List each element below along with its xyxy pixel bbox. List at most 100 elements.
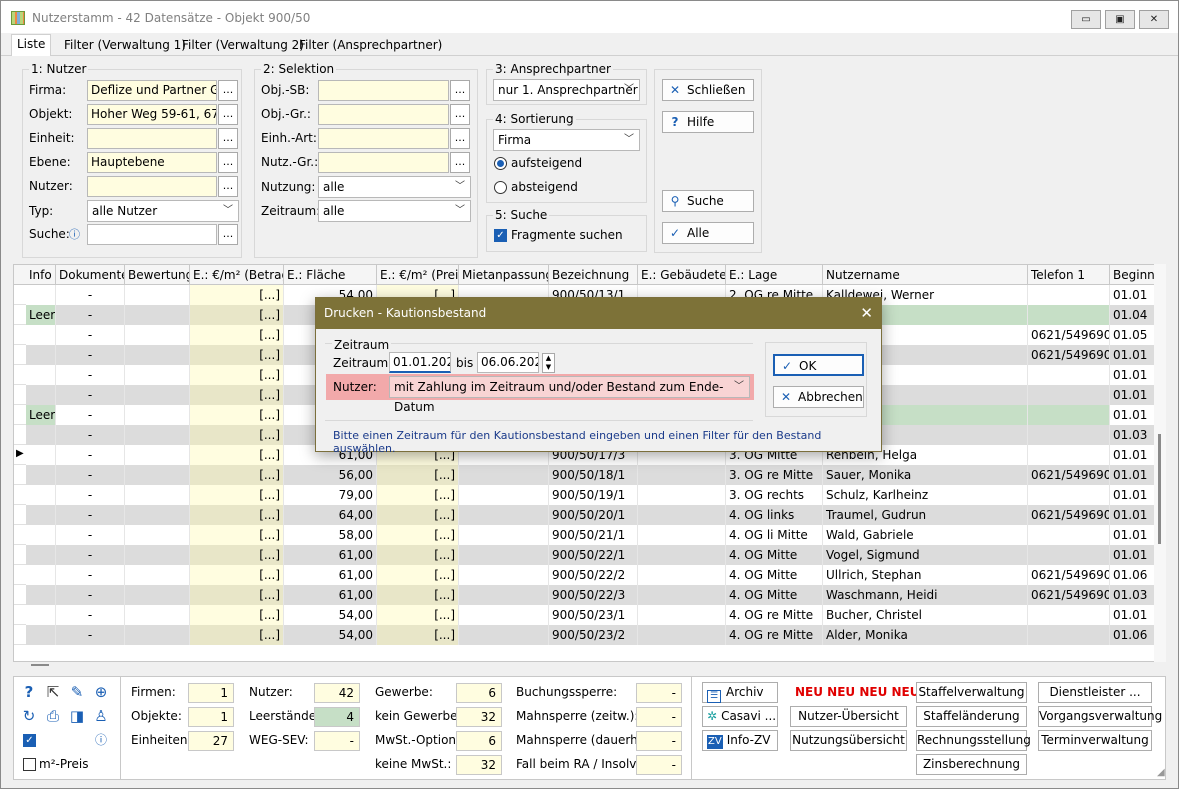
tab-liste[interactable]: Liste — [11, 34, 52, 57]
col-bewertung[interactable]: Bewertung — [125, 265, 190, 285]
date-from-field[interactable]: 01.01.2025 — [389, 352, 451, 373]
ok-button[interactable]: ✓ OK — [773, 354, 864, 376]
terminverwaltung-button[interactable]: Terminverwaltung — [1038, 730, 1152, 751]
nutzgr-field[interactable] — [318, 152, 449, 173]
scroll-thumb[interactable] — [1158, 434, 1161, 544]
einheit-picker-button[interactable]: ... — [218, 128, 238, 149]
col-info[interactable]: Info — [26, 265, 56, 285]
maximize-button[interactable]: ▣ — [1105, 10, 1135, 29]
objekt-picker-button[interactable]: ... — [218, 104, 238, 125]
col-mietanpassung[interactable]: Mietanpassung — [459, 265, 549, 285]
suche-picker-button[interactable]: ... — [218, 224, 238, 245]
kautionsbestand-dialog: Drucken - Kautionsbestand ✕ Zeitraum Zei… — [315, 297, 882, 455]
typ-select[interactable]: alle Nutzer ﹀ — [87, 200, 239, 222]
col-nutzername[interactable]: Nutzername — [823, 265, 1028, 285]
firma-picker-button[interactable]: ... — [218, 80, 238, 101]
col-flaeche[interactable]: E.: Fläche — [284, 265, 377, 285]
suche-field[interactable] — [87, 224, 217, 245]
nutzgr-picker-button[interactable]: ... — [450, 152, 470, 173]
abbrechen-button[interactable]: ✕ Abbrechen — [773, 386, 864, 408]
table-cell-flaeche: 56,00 — [284, 465, 377, 485]
objgr-field[interactable] — [318, 104, 449, 125]
table-row[interactable]: - [...] 58,00 [...] 900/50/21/1 4. OG li Mitt… — [14, 525, 1164, 545]
nutzung-select[interactable]: alle ﹀ — [318, 176, 471, 198]
col-bezeichnung[interactable]: Bezeichnung — [549, 265, 638, 285]
office-icon[interactable]: ◨ — [68, 707, 86, 725]
rechnungsstellung-button[interactable]: Rechnungsstellung — [916, 730, 1031, 751]
firma-field[interactable]: Deflize und Partner Gmb — [87, 80, 217, 101]
close-window-button[interactable]: ✕ — [1139, 10, 1169, 29]
ebene-field[interactable]: Hauptebene — [87, 152, 217, 173]
zinsberechnung-button[interactable]: Zinsberechnung — [916, 754, 1027, 775]
dialog-info-text: Bitte einen Zeitraum für den Kautionsbes… — [333, 429, 822, 455]
info-icon[interactable]: ⓘ — [92, 731, 110, 749]
nutzer-filter-select[interactable]: mit Zahlung im Zeitraum und/oder Bestand… — [389, 376, 750, 414]
suche-button[interactable]: ⚲ Suche — [662, 190, 754, 212]
table-row[interactable]: - [...] 64,00 [...] 900/50/20/1 4. OG links Tr… — [14, 505, 1164, 525]
vertical-scrollbar[interactable] — [1154, 264, 1166, 662]
absteigend-radio[interactable] — [494, 181, 507, 194]
ebene-picker-button[interactable]: ... — [218, 152, 238, 173]
tab-filter-ansprechpartner[interactable]: Filter (Ansprechpartner) — [294, 36, 447, 56]
splitter-handle[interactable] — [31, 664, 49, 666]
staffelverwaltung-button[interactable]: Staffelverwaltung — [916, 682, 1027, 703]
cursor-icon[interactable]: ⇱ — [44, 683, 62, 701]
table-cell-empty — [638, 465, 726, 485]
table-row[interactable]: - [...] 54,00 [...] 900/50/23/1 4. OG re Mitt… — [14, 605, 1164, 625]
minimize-button[interactable]: ▭ — [1071, 10, 1101, 29]
table-row[interactable]: - [...] 54,00 [...] 900/50/23/2 4. OG re Mitt… — [14, 625, 1164, 645]
einheit-field[interactable] — [87, 128, 217, 149]
print-icon[interactable]: ⎙ — [44, 707, 62, 725]
col-preis[interactable]: E.: €/m² (Preis) — [377, 265, 459, 285]
table-row[interactable]: - [...] 56,00 [...] 900/50/18/1 3. OG re Mitt… — [14, 465, 1164, 485]
archiv-button[interactable]: ☰ Archiv — [702, 682, 778, 703]
tab-filter-verwaltung-1[interactable]: Filter (Verwaltung 1) — [59, 36, 191, 56]
tab-filter-verwaltung-2[interactable]: Filter (Verwaltung 2) — [177, 36, 309, 56]
info-zv-button[interactable]: ZV Info-ZV — [702, 730, 778, 751]
nutzer-uebersicht-button[interactable]: Nutzer-Übersicht — [790, 706, 907, 727]
col-telefon[interactable]: Telefon 1 — [1028, 265, 1110, 285]
refresh-icon[interactable]: ↻ — [20, 707, 38, 725]
nutzer-field[interactable] — [87, 176, 217, 197]
absteigend-label: absteigend — [511, 180, 578, 194]
staffelaenderung-button[interactable]: Staffeländerung — [916, 706, 1027, 727]
nutzungsuebersicht-button[interactable]: Nutzungsübersicht — [790, 730, 907, 751]
add-icon[interactable]: ⊕ — [92, 683, 110, 701]
aufsteigend-radio[interactable] — [494, 157, 507, 170]
objsb-field[interactable] — [318, 80, 449, 101]
dialog-close-icon[interactable]: ✕ — [860, 298, 873, 328]
select-checkbox[interactable]: ✓ — [23, 734, 36, 747]
hilfe-button[interactable]: ? Hilfe — [662, 111, 754, 133]
objekt-field[interactable]: Hoher Weg 59-61, 67059 — [87, 104, 217, 125]
nutzer-picker-button[interactable]: ... — [218, 176, 238, 197]
col-lage[interactable]: E.: Lage — [726, 265, 823, 285]
user-icon[interactable]: ♙ — [92, 707, 110, 725]
vorgangsverwaltung-button[interactable]: Vorgangsverwaltung — [1038, 706, 1162, 727]
table-cell-tel — [1028, 425, 1110, 445]
dienstleister-button[interactable]: Dienstleister ... — [1038, 682, 1152, 703]
pencil-icon[interactable]: ✎ — [68, 683, 86, 701]
objsb-picker-button[interactable]: ... — [450, 80, 470, 101]
zeitraum-select[interactable]: alle ﹀ — [318, 200, 471, 222]
schliessen-button[interactable]: ✕ Schließen — [662, 79, 754, 101]
fragmente-checkbox[interactable]: ✓ — [494, 229, 507, 242]
einhart-picker-button[interactable]: ... — [450, 128, 470, 149]
objgr-picker-button[interactable]: ... — [450, 104, 470, 125]
table-row[interactable]: - [...] 79,00 [...] 900/50/19/1 3. OG rechts S… — [14, 485, 1164, 505]
resize-grip-icon[interactable]: ◢ — [1157, 767, 1165, 778]
col-dokumente[interactable]: Dokumente — [56, 265, 125, 285]
sortierung-select[interactable]: Firma ﹀ — [493, 129, 640, 151]
ansprechpartner-select[interactable]: nur 1. Ansprechpartner ﹀ — [493, 79, 640, 101]
table-row[interactable]: - [...] 61,00 [...] 900/50/22/1 4. OG Mitte Vo… — [14, 545, 1164, 565]
col-gebaeudeteil[interactable]: E.: Gebäudeteil — [638, 265, 726, 285]
date-spinner[interactable]: ▲ ▼ — [542, 353, 555, 373]
einhart-field[interactable] — [318, 128, 449, 149]
help-icon[interactable]: ? — [20, 683, 38, 701]
casavi-button[interactable]: ✲ Casavi ... — [702, 706, 778, 727]
alle-button[interactable]: ✓ Alle — [662, 222, 754, 244]
m2preis-checkbox[interactable] — [23, 758, 36, 771]
table-row[interactable]: - [...] 61,00 [...] 900/50/22/3 4. OG Mitte Wa… — [14, 585, 1164, 605]
date-to-field[interactable]: 06.06.2025 — [477, 352, 539, 373]
table-row[interactable]: - [...] 61,00 [...] 900/50/22/2 4. OG Mitte Ul… — [14, 565, 1164, 585]
col-betrag[interactable]: E.: €/m² (Betrag) — [190, 265, 284, 285]
